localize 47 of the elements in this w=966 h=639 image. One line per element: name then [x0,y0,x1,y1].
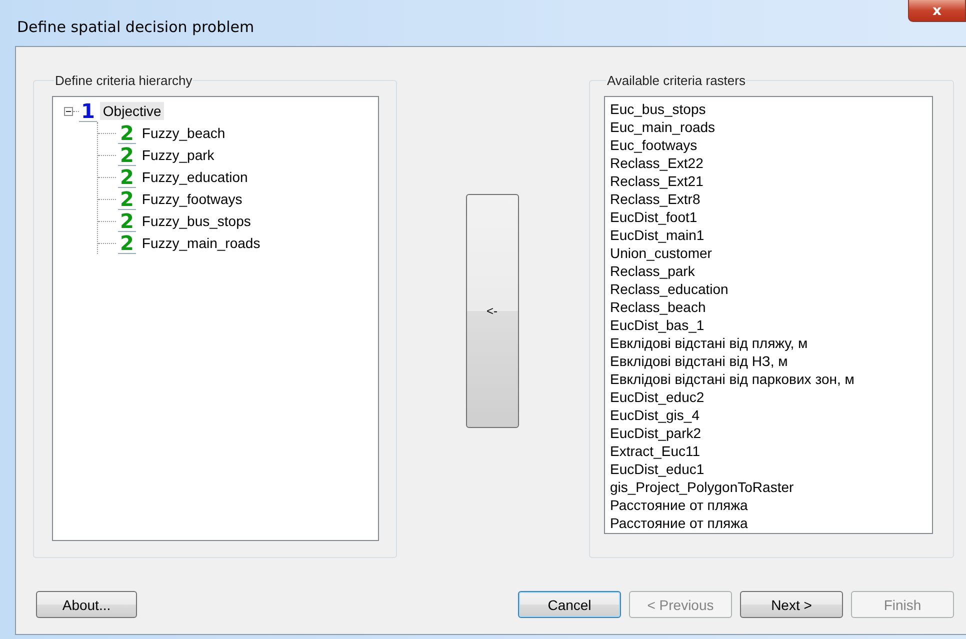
tree-item[interactable]: Objective [100,102,164,120]
list-item[interactable]: Reclass_Extr8 [610,190,927,208]
tree-item[interactable]: Fuzzy_bus_stops [138,212,254,230]
level-badge: 2 [118,122,136,144]
collapse-icon[interactable] [64,106,73,116]
list-item[interactable]: EucDist_educ1 [610,460,927,478]
list-item[interactable]: Reclass_park [610,262,927,280]
level-badge: 1 [79,100,97,122]
tree-item[interactable]: Fuzzy_main_roads [138,234,264,252]
level-badge: 2 [118,144,136,166]
group-label: Available criteria rasters [606,73,746,88]
list-item[interactable]: Reclass_Ext22 [610,154,927,172]
level-badge: 2 [118,210,136,232]
tree-item[interactable]: Fuzzy_beach [138,124,228,142]
list-item[interactable]: Евклідові відстані від НЗ, м [610,352,927,370]
list-item[interactable]: Расстояние от пляжа [610,496,927,514]
dialog-button[interactable]: About... [36,591,137,618]
level-badge: 2 [118,166,136,188]
list-item[interactable]: EucDist_educ2 [610,388,927,406]
dialog-button[interactable]: Cancel [518,591,621,618]
list-item[interactable]: Union_customer [610,244,927,262]
level-badge: 2 [118,232,136,254]
list-item[interactable]: Euc_main_roads [610,118,927,136]
list-item[interactable]: gis_Project_PolygonToRaster [610,478,927,496]
tree-item[interactable]: Fuzzy_footways [138,190,246,208]
move-left-button[interactable]: <- [466,194,518,428]
list-item[interactable]: Reclass_beach [610,298,927,316]
list-item[interactable]: EucDist_main1 [610,226,927,244]
list-item[interactable]: Расстояние от пляжа [610,514,927,532]
list-item[interactable]: Reclass_Ext21 [610,172,927,190]
list-item[interactable]: EucDist_gis_4 [610,406,927,424]
tree-item[interactable]: Fuzzy_park [138,146,218,164]
window-title: Define spatial decision problem [17,18,254,36]
list-item[interactable]: Reclass_education [610,280,927,298]
list-item[interactable]: EucDist_foot1 [610,208,927,226]
list-item[interactable]: Euc_bus_stops [610,100,927,118]
level-badge: 2 [118,188,136,210]
tree-item[interactable]: Fuzzy_education [138,168,251,186]
list-item[interactable]: Extract_Euc11 [610,442,927,460]
list-item[interactable]: EucDist_park2 [610,424,927,442]
list-item[interactable]: Euc_footways [610,136,927,154]
close-button[interactable]: x [908,0,966,22]
list-item[interactable]: EucDist_bas_1 [610,316,927,334]
dialog-button[interactable]: Next > [740,591,843,618]
list-item[interactable]: Евклідові відстані від паркових зон, м [610,370,927,388]
group-label: Define criteria hierarchy [54,73,194,88]
list-item[interactable]: Евклідові відстані від пляжу, м [610,334,927,352]
